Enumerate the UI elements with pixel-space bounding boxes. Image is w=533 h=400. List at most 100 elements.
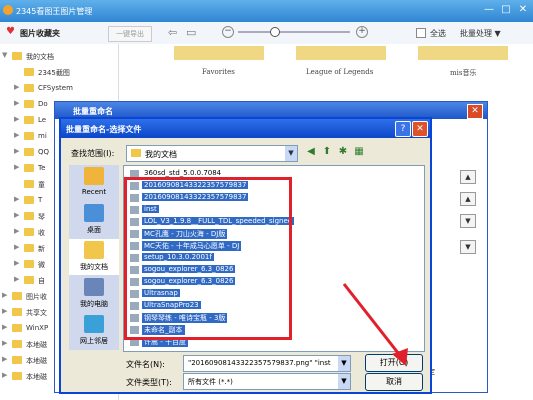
tree-item-label: WinXP <box>26 324 49 332</box>
app-close-button[interactable]: ✕ <box>516 4 530 16</box>
tree-expand-icon[interactable]: ▶ <box>2 307 7 315</box>
favorites-label[interactable]: 图片收藏夹 <box>20 28 60 39</box>
chevron-down-icon[interactable]: ▼ <box>285 146 297 161</box>
folder-icon <box>24 68 34 76</box>
thumbnail-label: mis音乐 <box>450 69 477 77</box>
move-top-button[interactable]: ▲ <box>460 170 476 184</box>
thumbnail-folder[interactable] <box>296 46 386 60</box>
cancel-button[interactable]: 取消 <box>365 373 423 391</box>
tree-expand-icon[interactable]: ▶ <box>14 275 19 283</box>
tree-expand-icon[interactable]: ▶ <box>14 83 19 91</box>
app-toolbar <box>0 22 533 45</box>
dialog-close-button[interactable]: ✕ <box>412 121 428 137</box>
tree-expand-icon[interactable]: ▶ <box>14 211 19 219</box>
view-menu-icon[interactable]: ▦ <box>353 146 365 158</box>
tree-expand-icon[interactable]: ▼ <box>2 51 7 59</box>
tree-expand-icon[interactable]: ▶ <box>2 291 7 299</box>
back-arrow-icon[interactable]: ⇦ <box>168 26 177 39</box>
tree-expand-icon[interactable]: ▶ <box>2 339 7 347</box>
tree-expand-icon[interactable]: ▶ <box>2 355 7 363</box>
zoom-slider[interactable] <box>238 31 350 33</box>
thumbnail-folder[interactable] <box>418 46 508 60</box>
tree-item-label: Do <box>38 100 48 108</box>
app-titlebar: 2345看图王图片管理 — □ ✕ <box>0 0 533 22</box>
file-type-select[interactable]: 所有文件 (*.*) ▼ <box>183 373 351 390</box>
place-desktop[interactable]: 桌面 <box>69 202 119 238</box>
look-in-label: 查找范围(I): <box>71 149 115 158</box>
help-button[interactable]: ? <box>395 121 411 137</box>
tree-expand-icon[interactable]: ▶ <box>14 115 19 123</box>
folder-icon <box>24 180 34 188</box>
folder-icon <box>12 372 22 380</box>
tree-item-label: 收 <box>38 229 45 237</box>
folder-icon <box>24 276 34 284</box>
place-network[interactable]: 网上邻居 <box>69 313 119 349</box>
up-folder-icon[interactable]: ⬆ <box>321 146 333 158</box>
zoom-in-icon[interactable]: + <box>356 26 368 38</box>
zoom-slider-thumb[interactable] <box>270 27 280 37</box>
annotation-arrow-icon <box>342 283 408 366</box>
place-label: 我的电脑 <box>80 300 108 308</box>
heart-icon: ♥ <box>6 26 15 37</box>
place-label: 桌面 <box>87 226 101 234</box>
tree-expand-icon[interactable]: ▶ <box>14 243 19 251</box>
thumbnail-folder[interactable] <box>174 46 264 60</box>
folder-icon <box>24 260 34 268</box>
tree-expand-icon[interactable]: ▶ <box>14 227 19 235</box>
tree-item-label: 我的文档 <box>26 53 54 61</box>
tree-expand-icon[interactable]: ▶ <box>14 259 19 267</box>
tree-item-label: 微 <box>38 261 45 269</box>
tree-expand-icon[interactable]: ▶ <box>14 131 19 139</box>
new-folder-icon[interactable]: ✱ <box>337 146 349 158</box>
file-name-input[interactable]: "20160908143322357579837.png" "inst ▼ <box>183 355 351 372</box>
tree-item-label: 本地磁 <box>26 357 47 365</box>
place-recent[interactable]: Recent <box>69 165 119 201</box>
move-down-button[interactable]: ▼ <box>460 214 476 228</box>
folder-up-icon[interactable]: ▭ <box>186 26 196 39</box>
tree-item-label: 琴 <box>38 213 45 221</box>
move-up-button[interactable]: ▲ <box>460 192 476 206</box>
chevron-down-icon: ▼ <box>494 29 501 38</box>
zoom-out-icon[interactable]: − <box>222 26 234 38</box>
folder-icon <box>12 52 22 60</box>
minimize-button[interactable]: — <box>482 4 496 16</box>
folder-icon <box>12 356 22 364</box>
select-all-checkbox[interactable] <box>416 28 426 38</box>
tree-item-label: 共享文 <box>26 309 47 317</box>
folder-icon <box>12 308 22 316</box>
recent-icon <box>84 167 104 185</box>
move-bottom-button[interactable]: ▼ <box>460 240 476 254</box>
select-all-label[interactable]: 全选 <box>430 28 446 39</box>
tree-expand-icon[interactable]: ▶ <box>14 99 19 107</box>
folder-icon <box>24 228 34 236</box>
look-in-select[interactable]: 我的文档 ▼ <box>126 145 298 162</box>
network-icon <box>84 315 104 333</box>
back-icon[interactable]: ◀ <box>305 146 317 158</box>
batch-process-label: 批量处理 <box>460 29 492 38</box>
tree-expand-icon[interactable]: ▶ <box>14 195 19 203</box>
tree-expand-icon[interactable]: ▶ <box>14 147 19 155</box>
tree-expand-icon[interactable]: ▶ <box>2 371 7 379</box>
batch-rename-close-button[interactable]: ✕ <box>467 104 483 119</box>
chevron-down-icon[interactable]: ▼ <box>338 374 350 389</box>
folder-icon <box>24 196 34 204</box>
place-label: 我的文档 <box>80 263 108 271</box>
tree-expand-icon[interactable]: ▶ <box>2 323 7 331</box>
place-documents[interactable]: 我的文档 <box>69 239 119 275</box>
sidebar-tree-item[interactable]: ▼ 我的文档 <box>0 48 118 64</box>
tree-expand-icon[interactable]: ▶ <box>14 163 19 171</box>
folder-icon <box>24 100 34 108</box>
export-button[interactable]: 一键导出 <box>108 26 152 42</box>
computer-icon <box>84 278 104 296</box>
look-in-value: 我的文档 <box>145 150 177 159</box>
tree-item-label: Te <box>38 164 46 172</box>
maximize-button[interactable]: □ <box>499 4 513 16</box>
tree-item-label: T <box>38 196 43 204</box>
sidebar-tree-item[interactable]: ▶ CFSystem <box>0 80 118 96</box>
file-name: 360sd_std_5.0.0.7084 <box>144 169 222 177</box>
sidebar-tree-item[interactable]: 2345截图 <box>0 64 118 80</box>
place-computer[interactable]: 我的电脑 <box>69 276 119 312</box>
desktop-icon <box>84 204 104 222</box>
batch-process-button[interactable]: 批量处理 ▼ <box>460 28 501 39</box>
folder-icon <box>24 148 34 156</box>
